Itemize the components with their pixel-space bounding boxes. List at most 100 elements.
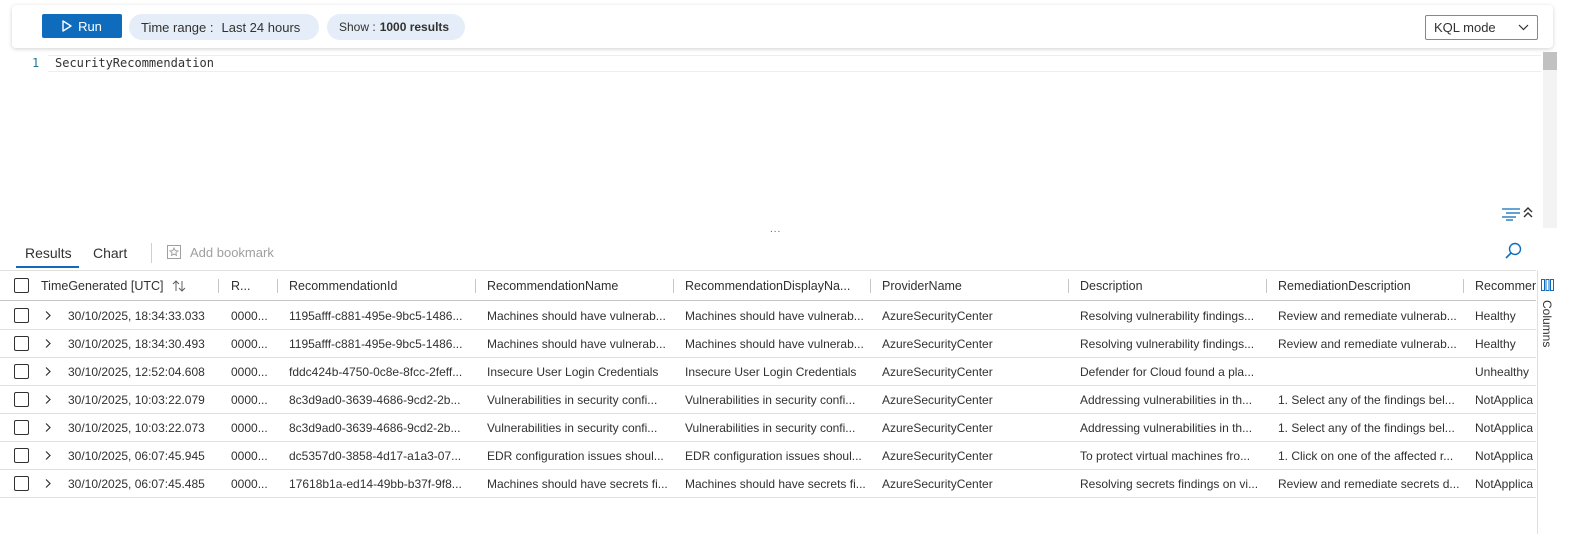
table-row[interactable]: 30/10/2025, 10:03:22.079 0000... 8c3d9ad0-… (0, 386, 1536, 414)
cell-recommendation-display-name-text: Machines should have secrets fi... (685, 476, 866, 491)
column-separator[interactable] (1463, 279, 1464, 293)
row-checkbox[interactable] (14, 476, 29, 491)
table-row[interactable]: 30/10/2025, 06:07:45.945 0000... dc5357d0-… (0, 442, 1536, 470)
column-separator[interactable] (218, 279, 219, 293)
chevron-right-icon[interactable] (44, 310, 52, 321)
editor-scrollbar-thumb[interactable] (1543, 52, 1557, 70)
query-mode-value: KQL mode (1434, 20, 1496, 35)
row-checkbox[interactable] (14, 448, 29, 463)
table-row[interactable]: 30/10/2025, 12:52:04.608 0000... fddc424b-… (0, 358, 1536, 386)
cell-recommendation-id: fddc424b-4750-0c8e-8fcc-2feff... (279, 358, 474, 385)
column-separator[interactable] (673, 279, 674, 293)
cell-provider-name: AzureSecurityCenter (872, 414, 1067, 441)
cell-remediation-description: Review and remediate vulnerab... (1268, 330, 1463, 357)
column-separator[interactable] (1068, 279, 1069, 293)
cell-time-generated-text: 30/10/2025, 10:03:22.079 (68, 392, 205, 407)
chevron-right-icon[interactable] (44, 478, 52, 489)
column-separator[interactable] (277, 279, 278, 293)
query-editor[interactable]: 1 SecurityRecommendation (0, 52, 1541, 228)
tab-chart[interactable]: Chart (93, 245, 127, 261)
cell-r-text: 0000... (231, 364, 268, 379)
cell-remediation-description-text: 1. Click on one of the affected r... (1278, 448, 1454, 463)
table-row[interactable]: 30/10/2025, 06:07:45.485 0000... 17618b1a-… (0, 470, 1536, 498)
format-query-icon[interactable] (1501, 207, 1521, 221)
collapse-editor-icon[interactable] (1522, 205, 1534, 219)
cell-recommendation-name-text: Vulnerabilities in security confi... (487, 420, 658, 435)
cell-recommendation-name: Vulnerabilities in security confi... (477, 414, 672, 441)
cell-provider-name-text: AzureSecurityCenter (882, 364, 993, 379)
cell-time-generated-text: 30/10/2025, 12:52:04.608 (68, 364, 205, 379)
time-range-picker[interactable]: Time range : Last 24 hours (129, 14, 319, 40)
chevron-right-icon[interactable] (44, 422, 52, 433)
cell-time-generated-text: 30/10/2025, 18:34:30.493 (68, 336, 205, 351)
column-header-r[interactable]: R... (221, 271, 277, 300)
cell-r-text: 0000... (231, 336, 268, 351)
results-table: TimeGenerated [UTC] R... RecommendationI… (0, 270, 1536, 534)
column-header-remediation-description[interactable]: RemediationDescription (1268, 271, 1463, 300)
cell-recommendation-name-text: Vulnerabilities in security confi... (487, 392, 658, 407)
chevron-right-icon[interactable] (44, 450, 52, 461)
column-separator[interactable] (1266, 279, 1267, 293)
column-header-recommendation-display-name[interactable]: RecommendationDisplayNa... (675, 271, 870, 300)
query-mode-dropdown[interactable]: KQL mode (1425, 15, 1538, 40)
column-header-recommendation-id[interactable]: RecommendationId (279, 271, 474, 300)
cell-remediation-description: 1. Select any of the findings bel... (1268, 386, 1463, 413)
cell-description-text: Addressing vulnerabilities in th... (1080, 420, 1253, 435)
row-checkbox[interactable] (14, 308, 29, 323)
cell-recommendation-id-text: fddc424b-4750-0c8e-8fcc-2feff... (289, 364, 463, 379)
pane-splitter[interactable]: ... (770, 225, 786, 235)
cell-recommendation-display-name-text: Machines should have vulnerab... (685, 308, 864, 323)
add-bookmark-button[interactable]: Add bookmark (166, 244, 274, 260)
chevron-right-icon[interactable] (44, 366, 52, 377)
cell-recommendation-id: 1195afff-c881-495e-9bc5-1486... (279, 330, 474, 357)
cell-recommendation-state: NotApplica (1465, 414, 1536, 441)
table-row[interactable]: 30/10/2025, 18:34:33.033 0000... 1195afff-… (0, 302, 1536, 330)
cell-remediation-description-text: Review and remediate secrets d... (1278, 476, 1460, 491)
cell-time-generated: 30/10/2025, 06:07:45.485 (58, 470, 218, 497)
cell-description-text: To protect virtual machines fro... (1080, 448, 1251, 463)
column-separator[interactable] (475, 279, 476, 293)
cell-remediation-description: 1. Click on one of the affected r... (1268, 442, 1463, 469)
cell-recommendation-name-text: Machines should have secrets fi... (487, 476, 668, 491)
column-header-provider-name[interactable]: ProviderName (872, 271, 1067, 300)
tab-results-indicator (16, 266, 79, 268)
play-icon (62, 20, 72, 32)
cell-recommendation-display-name-text: Vulnerabilities in security confi... (685, 392, 856, 407)
row-checkbox[interactable] (14, 364, 29, 379)
cell-description-text: Defender for Cloud found a pla... (1080, 364, 1255, 379)
table-row[interactable]: 30/10/2025, 18:34:30.493 0000... 1195afff-… (0, 330, 1536, 358)
cell-provider-name: AzureSecurityCenter (872, 302, 1067, 329)
cell-remediation-description-text: Review and remediate vulnerab... (1278, 308, 1457, 323)
table-row[interactable]: 30/10/2025, 10:03:22.073 0000... 8c3d9ad0-… (0, 414, 1536, 442)
select-all-checkbox[interactable] (14, 278, 29, 293)
cell-description-text: Addressing vulnerabilities in th... (1080, 392, 1253, 407)
cell-recommendation-name: Machines should have secrets fi... (477, 470, 672, 497)
column-separator[interactable] (870, 279, 871, 293)
row-checkbox[interactable] (14, 420, 29, 435)
editor-scrollbar[interactable] (1543, 52, 1557, 228)
result-limit-picker[interactable]: Show : 1000 results (327, 14, 465, 40)
chevron-right-icon[interactable] (44, 338, 52, 349)
column-header-recommendation-state[interactable]: Recommen (1465, 271, 1536, 300)
tab-results[interactable]: Results (25, 245, 72, 261)
sort-icon[interactable] (172, 279, 186, 292)
run-button[interactable]: Run (42, 14, 122, 38)
cell-remediation-description-text: 1. Select any of the findings bel... (1278, 392, 1455, 407)
show-label: Show : (339, 20, 376, 34)
row-checkbox[interactable] (14, 392, 29, 407)
cell-r-text: 0000... (231, 420, 268, 435)
column-header-recommendation-name[interactable]: RecommendationName (477, 271, 672, 300)
chevron-right-icon[interactable] (44, 394, 52, 405)
cell-recommendation-state-text: Healthy (1475, 308, 1516, 323)
cell-r-text: 0000... (231, 448, 268, 463)
query-text[interactable]: SecurityRecommendation (55, 56, 214, 70)
column-header-label: ProviderName (882, 278, 962, 293)
cell-time-generated-text: 30/10/2025, 06:07:45.945 (68, 448, 205, 463)
row-checkbox[interactable] (14, 336, 29, 351)
column-header-time-generated[interactable]: TimeGenerated [UTC] (31, 271, 218, 300)
columns-panel-toggle[interactable]: Columns (1537, 270, 1557, 534)
column-header-description[interactable]: Description (1070, 271, 1265, 300)
column-header-label: Description (1080, 278, 1143, 293)
search-icon[interactable] (1503, 241, 1523, 261)
cell-recommendation-id: 8c3d9ad0-3639-4686-9cd2-2b... (279, 386, 474, 413)
